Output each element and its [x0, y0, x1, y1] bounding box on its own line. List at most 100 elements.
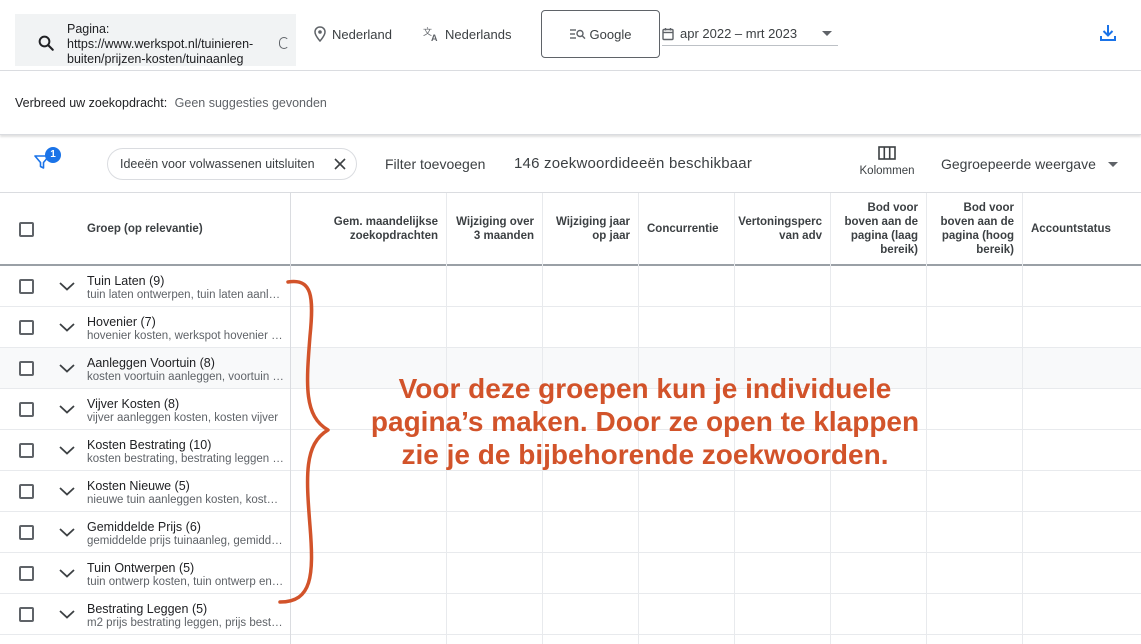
table-row[interactable]: Hovenier (7) hovenier kosten, werkspot h… — [0, 307, 1141, 348]
group-keywords: tuin ontwerp kosten, tuin ontwerp en aan… — [87, 576, 284, 588]
chevron-down-icon[interactable] — [58, 526, 76, 538]
col-header-line: pagina (laag — [850, 229, 918, 242]
group-keywords: tuin laten ontwerpen, tuin laten aanlegg… — [87, 289, 284, 301]
download-icon[interactable] — [1099, 24, 1117, 42]
search-icon — [38, 35, 54, 51]
chevron-down-icon[interactable] — [58, 567, 76, 579]
chevron-down-icon[interactable] — [58, 485, 76, 497]
group-name: Vijver Kosten (8) — [87, 397, 180, 411]
view-selector[interactable]: Gegroepeerde weergave — [941, 156, 1118, 172]
row-checkbox[interactable] — [19, 320, 34, 335]
group-keywords: kosten bestrating, bestrating leggen kos… — [87, 453, 284, 465]
search-network-label: Google — [589, 26, 632, 42]
table-row[interactable]: Tuin Laten (9) tuin laten ontwerpen, tui… — [0, 266, 1141, 307]
group-name: Tuin Ontwerpen (5) — [87, 561, 195, 575]
filter-chip-adult[interactable]: Ideeën voor volwassenen uitsluiten — [107, 148, 357, 180]
page-url-line2: buiten/prijzen-kosten/tuinaanleg — [67, 52, 244, 66]
broaden-search-value: Geen suggesties gevonden — [174, 96, 327, 110]
col-header-bid-low-label: Bod voor boven aan de pagina (laag berei… — [845, 201, 919, 257]
language-label: Nederlands — [445, 26, 512, 42]
columns-icon — [878, 146, 896, 160]
col-header-bid-low[interactable]: Bod voor boven aan de pagina (laag berei… — [831, 193, 927, 264]
table-row[interactable]: Bestrating Leggen (5) m2 prijs bestratin… — [0, 594, 1141, 635]
col-header-line: zoekopdrachten — [349, 229, 438, 242]
group-name: Gemiddelde Prijs (6) — [87, 520, 201, 534]
row-checkbox[interactable] — [19, 279, 34, 294]
col-header-yoy-change[interactable]: Wijziging jaar op jaar — [543, 193, 639, 264]
col-header-monthly-searches[interactable]: Gem. maandelijkse zoekopdrachten — [291, 193, 447, 264]
group-name: Kosten Bestrating (10) — [87, 438, 212, 452]
col-header-line: Wijziging over — [456, 215, 534, 228]
row-checkbox[interactable] — [19, 607, 34, 622]
col-header-line: bereik) — [880, 243, 918, 256]
table-row[interactable]: Gemiddelde Prijs (6) gemiddelde prijs tu… — [0, 512, 1141, 553]
col-header-line: Bod voor — [867, 201, 918, 214]
col-header-line: boven aan de — [940, 215, 1015, 228]
annotation-brace — [278, 279, 330, 604]
location-pin-icon — [314, 26, 326, 42]
row-checkbox[interactable] — [19, 566, 34, 581]
date-range-label: apr 2022 – mrt 2023 — [680, 26, 798, 41]
language-selector[interactable]: 文 A Nederlands — [423, 26, 512, 42]
chevron-down-icon[interactable] — [58, 608, 76, 620]
col-header-three-month-change[interactable]: Wijziging over 3 maanden — [447, 193, 543, 264]
row-checkbox[interactable] — [19, 484, 34, 499]
col-header-impression-share[interactable]: Vertoningsperc van adv — [735, 193, 831, 264]
row-checkbox[interactable] — [19, 402, 34, 417]
date-range-selector[interactable]: apr 2022 – mrt 2023 — [662, 22, 838, 46]
row-checkbox[interactable] — [19, 525, 34, 540]
calendar-icon — [662, 27, 674, 40]
group-name: Tuin Laten (9) — [87, 274, 165, 288]
select-all-checkbox[interactable] — [19, 222, 34, 237]
chevron-down-icon[interactable] — [58, 321, 76, 333]
location-label: Nederland — [332, 26, 392, 42]
col-header-group[interactable]: Groep (op relevantie) — [79, 193, 291, 264]
group-name: Kosten Nieuwe (5) — [87, 479, 190, 493]
columns-label: Kolommen — [859, 165, 915, 177]
col-header-line: boven aan de — [844, 215, 919, 228]
row-checkbox[interactable] — [19, 443, 34, 458]
col-header-change3-label: Wijziging over 3 maanden — [456, 215, 534, 243]
col-header-group-label: Groep (op relevantie) — [87, 222, 203, 235]
group-keywords: kosten voortuin aanleggen, voortuin aanl… — [87, 371, 284, 383]
close-icon[interactable] — [333, 157, 347, 171]
col-header-account-label: Accountstatus — [1031, 222, 1111, 235]
col-header-line: Gem. maandelijkse — [333, 215, 438, 228]
col-header-account-status[interactable]: Accountstatus — [1023, 193, 1141, 264]
page-url-text: Pagina: https://www.werkspot.nl/tuiniere… — [67, 22, 277, 67]
group-keywords: vijver aanleggen kosten, kosten vijver — [87, 412, 279, 424]
filter-bar: 1 Ideeën voor volwassenen uitsluiten Fil… — [0, 136, 1141, 193]
col-header-line: op jaar — [592, 229, 630, 242]
annotation-text: Voor deze groepen kun je individuele pag… — [350, 372, 940, 471]
filter-count-badge: 1 — [45, 147, 61, 163]
chevron-down-icon[interactable] — [58, 403, 76, 415]
group-keywords: hovenier kosten, werkspot hovenier koste… — [87, 330, 284, 342]
table-row[interactable]: Tuin Ontwerpen (5) tuin ontwerp kosten, … — [0, 553, 1141, 594]
chevron-down-icon[interactable] — [58, 444, 76, 456]
dropdown-caret-icon — [1107, 162, 1118, 167]
col-header-line: Vertoningsperc — [738, 215, 822, 228]
location-selector[interactable]: Nederland — [314, 26, 392, 42]
search-network-selector[interactable]: Google — [541, 10, 660, 58]
col-header-competition[interactable]: Concurrentie — [639, 193, 735, 264]
group-keywords: nieuwe tuin aanleggen kosten, kosten nie… — [87, 494, 284, 506]
page-url-line1: https://www.werkspot.nl/tuinieren- — [67, 37, 254, 51]
filter-chip-label: Ideeën voor volwassenen uitsluiten — [120, 157, 315, 171]
col-header-line: Wijziging jaar — [555, 215, 630, 228]
group-name: Bestrating Leggen (5) — [87, 602, 208, 616]
columns-button[interactable]: Kolommen — [850, 146, 924, 177]
col-header-competition-label: Concurrentie — [647, 222, 719, 235]
view-label: Gegroepeerde weergave — [941, 156, 1096, 172]
group-keywords: gemiddelde prijs tuinaanleg, gemiddelde … — [87, 535, 284, 547]
row-checkbox[interactable] — [19, 361, 34, 376]
col-header-line: van adv — [779, 229, 822, 242]
add-filter-button[interactable]: Filter toevoegen — [385, 156, 485, 172]
col-header-impression-label: Vertoningsperc van adv — [738, 215, 822, 243]
chevron-down-icon[interactable] — [58, 362, 76, 374]
page-url-field[interactable]: Pagina: https://www.werkspot.nl/tuiniere… — [15, 14, 296, 66]
col-header-bid-high[interactable]: Bod voor boven aan de pagina (hoog berei… — [927, 193, 1023, 264]
clear-icon[interactable] — [279, 37, 289, 49]
table-row[interactable]: Kosten Nieuwe (5) nieuwe tuin aanleggen … — [0, 471, 1141, 512]
dropdown-caret-icon — [822, 31, 832, 36]
chevron-down-icon[interactable] — [58, 280, 76, 292]
